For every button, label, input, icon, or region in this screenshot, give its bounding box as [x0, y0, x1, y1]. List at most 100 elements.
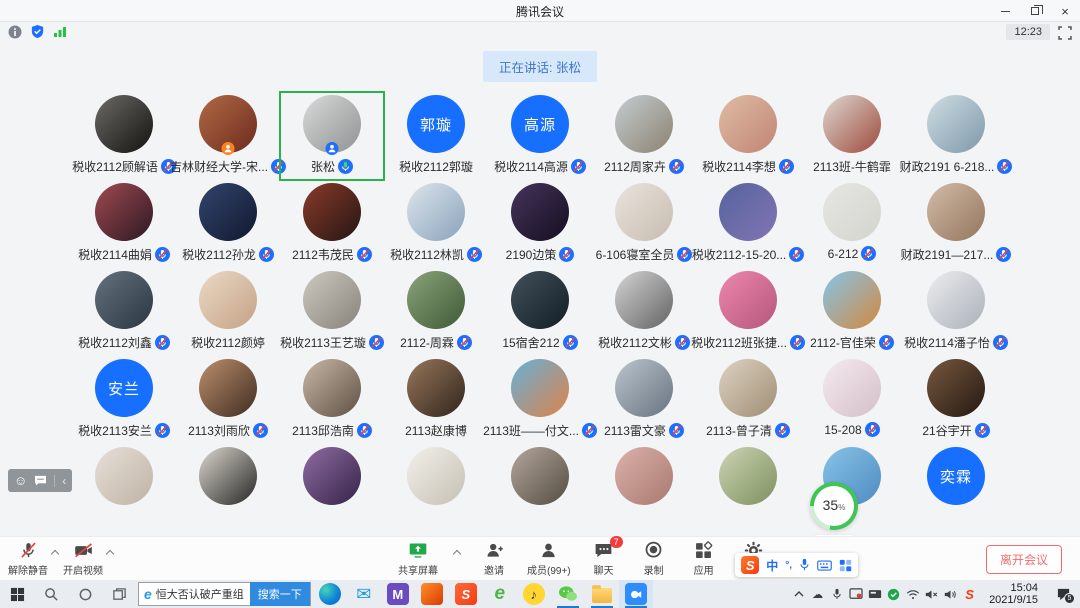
participant-tile[interactable]: 郭璇税收2112郭璇	[384, 92, 488, 180]
participant-tile[interactable]: 张松	[280, 92, 384, 180]
participant-tile[interactable]: 税收2112林凯	[384, 180, 488, 268]
participant-tile[interactable]: 6-106寝室全员	[592, 180, 696, 268]
participant-tile[interactable]: 15-208	[800, 356, 904, 444]
participant-tile[interactable]: 税收2112班张捷...	[696, 268, 800, 356]
record-button[interactable]: 录制	[637, 540, 671, 577]
sogou-logo-icon[interactable]: S	[741, 556, 759, 574]
participant-tile[interactable]: 高源税收2114高源	[488, 92, 592, 180]
screen-record-icon[interactable]	[846, 580, 865, 608]
participant-tile[interactable]	[280, 444, 384, 532]
participant-tile[interactable]: 2112韦茂民	[280, 180, 384, 268]
participant-tile[interactable]: 税收2114潘子怡	[904, 268, 1008, 356]
participant-tile[interactable]: 税收2112-15-20...	[696, 180, 800, 268]
participant-tile[interactable]	[384, 444, 488, 532]
participant-tile[interactable]: 2112-官佳荣	[800, 268, 904, 356]
taskbar-mail-icon[interactable]: ✉	[347, 580, 381, 608]
participant-tile[interactable]: 财政2191 6-218...	[904, 92, 1008, 180]
participant-tile[interactable]	[176, 444, 280, 532]
taskbar-wechat-icon[interactable]	[551, 580, 585, 608]
fullscreen-icon[interactable]	[1058, 26, 1072, 40]
maximize-button[interactable]	[1020, 0, 1050, 22]
share-screen-button[interactable]: 共享屏幕	[398, 540, 438, 577]
participant-tile[interactable]: 2113班——付文...	[488, 356, 592, 444]
leave-meeting-button[interactable]: 离开会议	[986, 545, 1062, 574]
start-video-button[interactable]: 开启视频	[63, 540, 103, 577]
floating-quick-bar[interactable]: ☺ ‹	[8, 469, 72, 492]
task-view-button[interactable]	[102, 580, 136, 608]
participant-tile[interactable]: 税收2113王艺璇	[280, 268, 384, 356]
ime-mode-chinese[interactable]: 中	[766, 557, 778, 574]
participant-tile[interactable]: 2113雷文豪	[592, 356, 696, 444]
tray-expand-chevron-icon[interactable]	[789, 580, 808, 608]
taskbar-sogou-icon[interactable]: S	[449, 580, 483, 608]
taskbar-edge-icon[interactable]	[313, 580, 347, 608]
shield-icon[interactable]	[30, 24, 45, 39]
participant-tile[interactable]: 财政2191—217...	[904, 180, 1008, 268]
participant-tile[interactable]: 税收2114李想	[696, 92, 800, 180]
tray-display-icon[interactable]	[865, 580, 884, 608]
participant-tile[interactable]: 税收2112孙龙	[176, 180, 280, 268]
participant-tile[interactable]	[488, 444, 592, 532]
collapse-chevron-icon[interactable]: ‹	[62, 474, 66, 488]
action-center-button[interactable]: 5	[1046, 580, 1080, 608]
taskbar-explorer-icon[interactable]	[585, 580, 619, 608]
ime-toolbox-icon[interactable]	[839, 559, 852, 572]
taskbar-qqmusic-icon[interactable]: ♪	[517, 580, 551, 608]
chat-button[interactable]: 7 聊天	[587, 540, 621, 577]
participant-tile[interactable]: 15宿舍212	[488, 268, 592, 356]
participant-tile[interactable]	[72, 444, 176, 532]
tray-mic-icon[interactable]	[827, 580, 846, 608]
participant-tile[interactable]: 2113赵康博	[384, 356, 488, 444]
taskbar-search-button[interactable]	[34, 580, 68, 608]
members-button[interactable]: 成员(99+)	[527, 540, 571, 577]
chat-bubble-icon[interactable]	[34, 475, 47, 486]
safety-360-icon[interactable]	[884, 580, 903, 608]
participant-tile[interactable]: 21谷宇开	[904, 356, 1008, 444]
participant-tile[interactable]: 2113-曾子清	[696, 356, 800, 444]
start-button[interactable]	[0, 580, 34, 608]
emoji-icon[interactable]: ☺	[14, 474, 27, 487]
tray-sogou-icon[interactable]: S	[960, 580, 979, 608]
participant-tile[interactable]: 2112-周霖	[384, 268, 488, 356]
taskbar-ie-icon[interactable]: e	[483, 580, 517, 608]
participant-tile[interactable]: 税收2112颜婷	[176, 268, 280, 356]
participant-tile[interactable]: 税收2112文彬	[592, 268, 696, 356]
speaker-icon[interactable]	[941, 580, 960, 608]
participant-tile[interactable]: 2112周家卉	[592, 92, 696, 180]
network-signal-icon[interactable]	[53, 25, 67, 38]
participant-tile[interactable]: 2113刘雨欣	[176, 356, 280, 444]
participant-tile[interactable]	[696, 444, 800, 532]
search-go-button[interactable]: 搜索一下	[250, 582, 310, 606]
ime-keyboard-icon[interactable]	[817, 560, 832, 571]
participant-tile[interactable]: 6-212	[800, 180, 904, 268]
unmute-options-caret[interactable]	[52, 549, 59, 556]
cortana-button[interactable]	[68, 580, 102, 608]
participant-tile[interactable]	[592, 444, 696, 532]
taskbar-search-box[interactable]: e 恒大否认破产重组 搜索一下	[138, 582, 311, 606]
speaker-muted-icon[interactable]	[922, 580, 941, 608]
apps-button[interactable]: 应用	[687, 540, 721, 577]
participant-tile[interactable]: 2113邱浩南	[280, 356, 384, 444]
minimize-button[interactable]	[990, 0, 1020, 22]
taskbar-mockplus-icon[interactable]: M	[381, 580, 415, 608]
participant-tile[interactable]: 税收2112刘鑫	[72, 268, 176, 356]
onedrive-cloud-icon[interactable]: ☁	[808, 580, 827, 608]
ime-punctuation[interactable]: °,	[785, 560, 792, 571]
video-options-caret[interactable]	[107, 549, 114, 556]
ime-mic-icon[interactable]	[799, 558, 810, 572]
participant-tile[interactable]: 奕霖	[904, 444, 1008, 532]
share-options-caret[interactable]	[454, 549, 461, 556]
participant-tile[interactable]: 税收2112顾解语	[72, 92, 176, 180]
wifi-icon[interactable]	[903, 580, 922, 608]
invite-button[interactable]: 邀请	[477, 540, 511, 577]
participant-tile[interactable]: 税收2114曲娟	[72, 180, 176, 268]
info-icon[interactable]	[8, 25, 22, 39]
participant-tile[interactable]: 安兰税收2113安兰	[72, 356, 176, 444]
close-button[interactable]: ×	[1050, 0, 1080, 22]
taskbar-office-icon[interactable]	[415, 580, 449, 608]
search-box-text[interactable]: 恒大否认破产重组	[152, 586, 250, 602]
participant-tile[interactable]: 2113班-牛鹤霏	[800, 92, 904, 180]
participant-tile[interactable]: 2190边策	[488, 180, 592, 268]
unmute-button[interactable]: 解除静音	[8, 540, 48, 577]
taskbar-clock[interactable]: 15:04 2021/9/15	[979, 582, 1046, 606]
